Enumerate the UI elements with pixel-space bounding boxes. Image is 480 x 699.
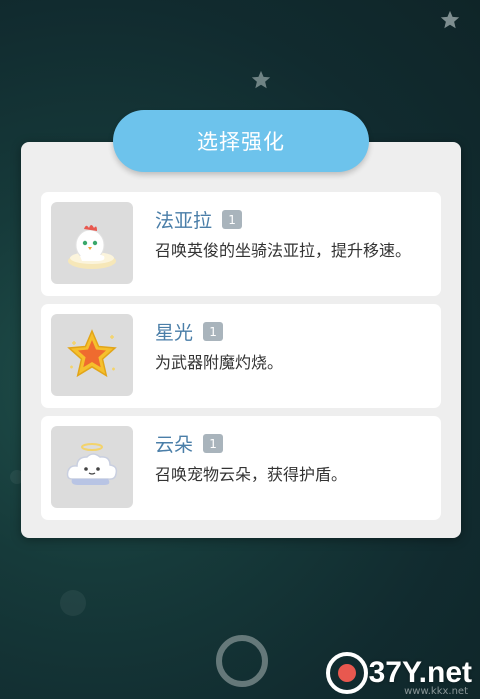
watermark-logo-icon	[325, 652, 368, 694]
option-description: 召唤英俊的坐骑法亚拉，提升移速。	[155, 241, 412, 260]
option-icon-box	[51, 314, 133, 396]
option-name: 云朵	[155, 434, 194, 456]
option-card-starlight[interactable]: 星光 1 为武器附魔灼烧。	[41, 304, 441, 408]
chicken-mount-icon	[68, 225, 116, 269]
option-icon-box	[51, 202, 133, 284]
option-description: 召唤宠物云朵，获得护盾。	[155, 465, 348, 484]
level-badge: 1	[203, 322, 224, 341]
cloud-pet-icon	[66, 443, 118, 485]
upgrade-selection-panel: 法亚拉 1 召唤英俊的坐骑法亚拉，提升移速。 星光 1 为武器附魔灼烧。 云朵 …	[21, 142, 461, 538]
level-badge: 1	[203, 434, 224, 453]
watermark-logo-text: 37Y.net	[368, 656, 472, 689]
joystick-ring[interactable]	[216, 635, 268, 687]
option-card-faya[interactable]: 法亚拉 1 召唤英俊的坐骑法亚拉，提升移速。	[41, 192, 441, 296]
background-star-icon	[440, 10, 460, 29]
star-icon	[67, 329, 117, 378]
dialog-title: 选择强化	[113, 110, 369, 172]
option-name: 星光	[155, 322, 194, 344]
option-card-cloud[interactable]: 云朵 1 召唤宠物云朵，获得护盾。	[41, 416, 441, 520]
watermark-url: www.kkx.net	[404, 686, 468, 697]
option-name: 法亚拉	[155, 210, 213, 232]
background-star-icon	[251, 70, 271, 89]
level-badge: 1	[222, 210, 243, 229]
watermark: 37Y.net www.kkx.net	[325, 651, 472, 697]
background-bubble	[60, 590, 86, 616]
option-description: 为武器附魔灼烧。	[155, 353, 284, 372]
option-icon-box	[51, 426, 133, 508]
